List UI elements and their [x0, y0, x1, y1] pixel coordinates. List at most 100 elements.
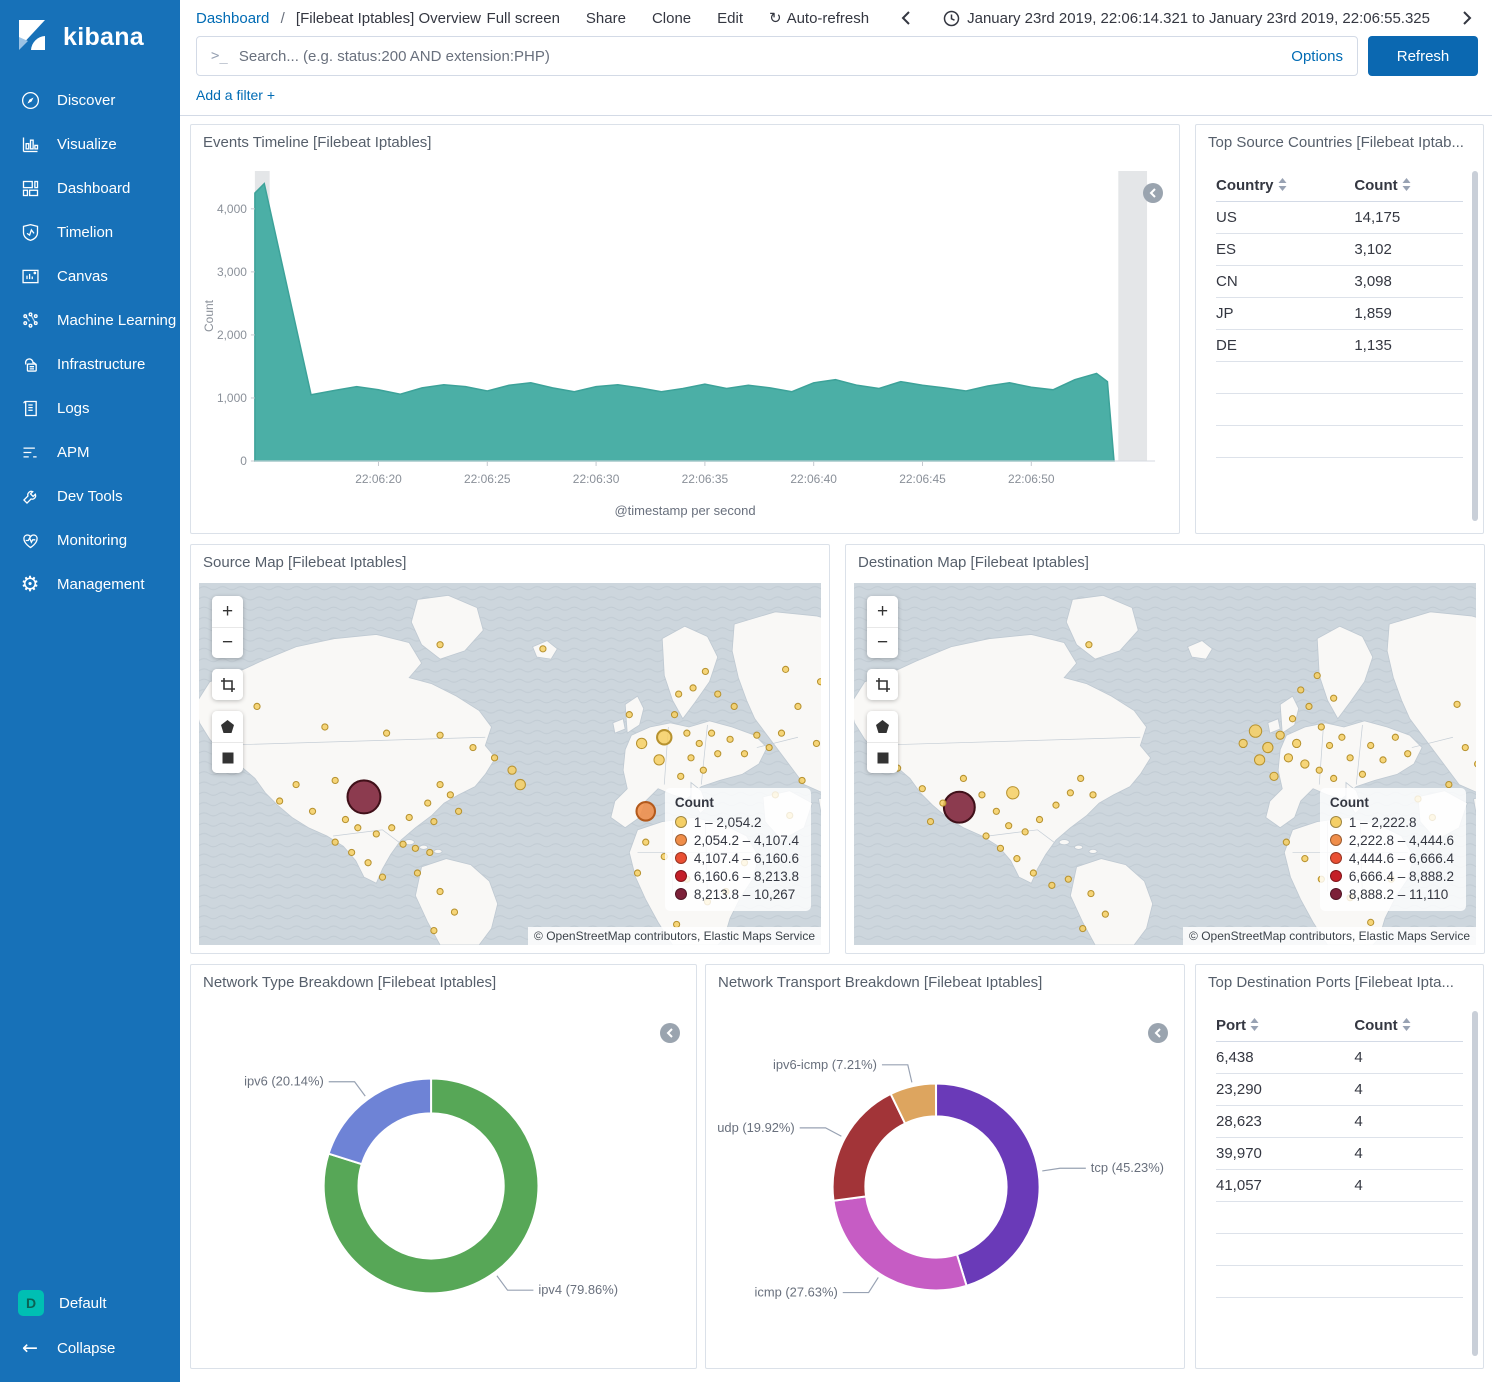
auto-refresh-button[interactable]: ↻ Auto-refresh	[769, 10, 869, 27]
map-legend: Count 1 – 2,054.2 2,054.2 – 4,107.4 4,10…	[665, 788, 811, 911]
column-header-port[interactable]: Port	[1216, 1011, 1354, 1042]
legend-collapse-icon[interactable]	[1148, 1023, 1168, 1043]
column-header-count[interactable]: Count	[1354, 1011, 1463, 1042]
network-transport-donut[interactable]: tcp (45.23%)icmp (27.63%)udp (19.92%)ipv…	[706, 995, 1184, 1362]
panel-network-type: Network Type Breakdown [Filebeat Iptable…	[190, 964, 697, 1369]
zoom-in-button[interactable]: +	[212, 596, 243, 627]
draw-rectangle-button[interactable]	[212, 742, 243, 773]
time-range-picker[interactable]: January 23rd 2019, 22:06:14.321 to Janua…	[943, 10, 1430, 27]
legend-swatch	[1330, 834, 1342, 846]
draw-rectangle-button[interactable]	[867, 742, 898, 773]
panel-events-timeline: Events Timeline [Filebeat Iptables] 01,0…	[190, 124, 1180, 534]
svg-text:4,000: 4,000	[217, 202, 247, 216]
space-switcher[interactable]: D Default	[0, 1280, 180, 1326]
sidebar-item-apm[interactable]: APM	[0, 430, 180, 474]
sidebar-item-monitoring[interactable]: Monitoring	[0, 518, 180, 562]
events-timeline-chart[interactable]: 01,0002,0003,0004,00022:06:2022:06:2522:…	[199, 161, 1171, 501]
filter-bar: Add a filter +	[180, 85, 1492, 116]
search-input[interactable]	[239, 48, 1280, 65]
sort-icon	[1402, 1018, 1411, 1031]
legend-swatch	[1330, 870, 1342, 882]
column-header-count[interactable]: Count	[1354, 171, 1463, 202]
svg-text:22:06:45: 22:06:45	[899, 472, 946, 486]
svg-text:2,000: 2,000	[217, 328, 247, 342]
sidebar-item-timelion[interactable]: Timelion	[0, 210, 180, 254]
panel-title: Source Map [Filebeat Iptables]	[191, 545, 829, 575]
svg-text:22:06:30: 22:06:30	[573, 472, 620, 486]
fit-bounds-button[interactable]	[867, 669, 898, 700]
panel-title: Destination Map [Filebeat Iptables]	[846, 545, 1484, 575]
panel-top-source-countries: Top Source Countries [Filebeat Iptab... …	[1195, 124, 1484, 534]
wrench-icon	[18, 484, 42, 508]
cloud-server-icon	[18, 352, 42, 376]
table-row: CN3,098	[1216, 266, 1463, 298]
sidebar-item-logs[interactable]: Logs	[0, 386, 180, 430]
panel-destination-map: Destination Map [Filebeat Iptables] .lan…	[845, 544, 1485, 954]
kibana-logo[interactable]: kibana	[0, 0, 180, 72]
table-row-empty	[1216, 1234, 1463, 1266]
dashboard-grid: Events Timeline [Filebeat Iptables] 01,0…	[180, 116, 1492, 1380]
sidebar-item-canvas[interactable]: Canvas	[0, 254, 180, 298]
svg-text:ipv4 (79.86%): ipv4 (79.86%)	[538, 1282, 618, 1297]
svg-text:udp (19.92%): udp (19.92%)	[717, 1120, 795, 1135]
refresh-button[interactable]: Refresh	[1368, 36, 1478, 76]
sidebar-item-management[interactable]: ⚙ Management	[0, 562, 180, 606]
sidebar-item-dev-tools[interactable]: Dev Tools	[0, 474, 180, 518]
kibana-logo-icon	[14, 17, 50, 58]
sidebar-item-machine-learning[interactable]: Machine Learning	[0, 298, 180, 342]
apm-lines-icon	[18, 440, 42, 464]
legend-swatch	[675, 852, 687, 864]
table-row: DE1,135	[1216, 330, 1463, 362]
arrow-left-icon: ←	[18, 1336, 42, 1360]
zoom-in-button[interactable]: +	[867, 596, 898, 627]
sort-icon	[1250, 1018, 1259, 1031]
panel-title: Network Type Breakdown [Filebeat Iptable…	[191, 965, 696, 995]
draw-polygon-button[interactable]	[212, 711, 243, 742]
panel-source-map: Source Map [Filebeat Iptables] .land{fil…	[190, 544, 830, 954]
collapse-button[interactable]: ← Collapse	[0, 1326, 180, 1370]
breadcrumb-dashboard-link[interactable]: Dashboard	[196, 10, 269, 27]
zoom-out-button[interactable]: −	[212, 627, 243, 658]
clock-icon	[943, 10, 960, 27]
sidebar-item-discover[interactable]: Discover	[0, 78, 180, 122]
network-type-donut[interactable]: ipv4 (79.86%)ipv6 (20.14%)	[191, 995, 696, 1362]
table-row-empty	[1216, 394, 1463, 426]
table-row: 39,9704	[1216, 1138, 1463, 1170]
panel-title: Network Transport Breakdown [Filebeat Ip…	[706, 965, 1184, 995]
sidebar-item-infrastructure[interactable]: Infrastructure	[0, 342, 180, 386]
legend-collapse-icon[interactable]	[1143, 183, 1163, 203]
table-scrollbar[interactable]	[1472, 1011, 1478, 1356]
share-button[interactable]: Share	[586, 10, 626, 27]
table-row: ES3,102	[1216, 234, 1463, 266]
table-row: 41,0574	[1216, 1170, 1463, 1202]
sidebar-item-dashboard[interactable]: Dashboard	[0, 166, 180, 210]
fit-bounds-button[interactable]	[212, 669, 243, 700]
svg-text:3,000: 3,000	[217, 265, 247, 279]
svg-text:22:06:35: 22:06:35	[682, 472, 729, 486]
panel-network-transport: Network Transport Breakdown [Filebeat Ip…	[705, 964, 1185, 1369]
destination-map[interactable]: .land{fill:#f9f8f6;stroke:#bfc9d2;stroke…	[854, 583, 1476, 945]
canvas-frame-icon	[18, 264, 42, 288]
svg-text:Count: Count	[202, 299, 216, 332]
svg-text:icmp (27.63%): icmp (27.63%)	[755, 1285, 838, 1300]
time-next-button[interactable]	[1456, 7, 1478, 29]
column-header-country[interactable]: Country	[1216, 171, 1354, 202]
full-screen-button[interactable]: Full screen	[487, 10, 560, 27]
zoom-out-button[interactable]: −	[867, 627, 898, 658]
legend-collapse-icon[interactable]	[660, 1023, 680, 1043]
query-options-link[interactable]: Options	[1291, 48, 1343, 65]
clone-button[interactable]: Clone	[652, 10, 691, 27]
edit-button[interactable]: Edit	[717, 10, 743, 27]
svg-text:22:06:50: 22:06:50	[1008, 472, 1055, 486]
sort-icon	[1278, 178, 1287, 191]
table-scrollbar[interactable]	[1472, 171, 1478, 521]
map-attribution: © OpenStreetMap contributors, Elastic Ma…	[1183, 927, 1476, 945]
add-filter-link[interactable]: Add a filter +	[196, 87, 275, 103]
panel-title: Top Destination Ports [Filebeat Ipta...	[1196, 965, 1483, 995]
sidebar-item-visualize[interactable]: Visualize	[0, 122, 180, 166]
draw-polygon-button[interactable]	[867, 711, 898, 742]
legend-swatch	[675, 888, 687, 900]
time-prev-button[interactable]	[895, 7, 917, 29]
map-attribution: © OpenStreetMap contributors, Elastic Ma…	[528, 927, 821, 945]
source-map[interactable]: .land{fill:#f9f8f6;stroke:#bfc9d2;stroke…	[199, 583, 821, 945]
